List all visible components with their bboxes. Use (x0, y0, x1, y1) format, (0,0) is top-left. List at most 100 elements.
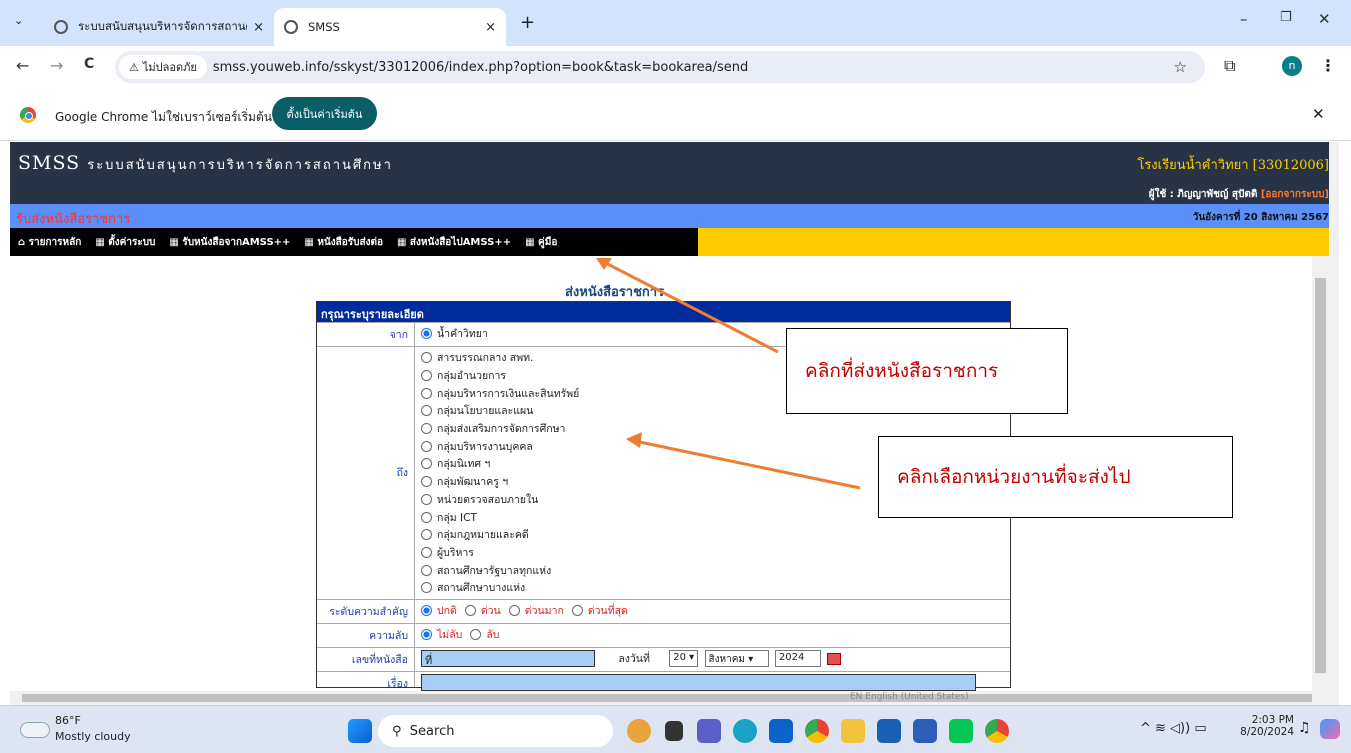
radio[interactable] (508, 604, 520, 616)
priority-very-urgent[interactable]: ด่วนมาก (508, 602, 564, 620)
radio[interactable] (421, 493, 432, 505)
radio[interactable] (421, 546, 432, 558)
menu-item-receive[interactable]: ▦ รับหนังสือจากAMSS++ (169, 235, 290, 250)
app-logo[interactable]: SMSS ระบบสนับสนุนการบริหารจัดการสถานศึกษ… (18, 152, 393, 175)
callout-select-dest: คลิกเลือกหน่วยงานที่จะส่งไป (878, 436, 1233, 518)
radio[interactable] (421, 440, 432, 452)
weather-icon[interactable] (20, 722, 50, 738)
ime-indicator: EN English (United States) (850, 692, 969, 702)
radio[interactable] (421, 370, 432, 382)
extensions-icon[interactable]: ⧉ (1224, 56, 1235, 76)
task-view-icon[interactable] (665, 721, 683, 741)
reload-button[interactable]: C (84, 56, 94, 72)
tab-smss-active[interactable]: SMSS × (274, 8, 506, 46)
radio[interactable] (571, 604, 583, 616)
to-option[interactable]: กลุ่มกฎหมายและคดี (421, 526, 1004, 544)
radio-selected[interactable] (421, 628, 432, 640)
radio[interactable] (470, 628, 482, 640)
radio[interactable] (421, 476, 432, 488)
globe-icon (284, 20, 298, 34)
page-scrollbar[interactable] (1329, 142, 1339, 705)
new-tab-button[interactable]: + (520, 12, 535, 33)
forward-button[interactable]: → (50, 56, 63, 75)
radio-selected[interactable] (421, 604, 432, 616)
to-option[interactable]: กลุ่มส่งเสริมการจัดการศึกษา (421, 420, 1004, 438)
line-icon[interactable] (949, 719, 973, 743)
bookno-input[interactable]: ที่ (421, 650, 595, 668)
menu-kebab-icon[interactable]: ⋮ (1320, 56, 1336, 75)
minimize-button[interactable]: – (1240, 10, 1248, 28)
horizontal-scrollbar[interactable] (10, 691, 1329, 705)
store-icon[interactable] (877, 719, 901, 743)
menu-item-main[interactable]: ⌂ รายการหลัก (18, 235, 81, 250)
radio[interactable] (421, 352, 432, 364)
radio-selected[interactable] (421, 328, 432, 340)
priority-most-urgent[interactable]: ด่วนที่สุด (571, 602, 628, 620)
logout-link[interactable]: [ออกจากระบบ] (1261, 189, 1329, 200)
star-icon[interactable]: ☆ (1174, 58, 1187, 76)
chrome-icon[interactable] (805, 719, 829, 743)
grid-icon: ▦ (525, 236, 535, 248)
close-icon[interactable]: × (485, 20, 496, 35)
radio[interactable] (421, 405, 432, 417)
bookno-row: เลขที่หนังสือ ที่ ลงวันที่ 20 ▾ สิงหาคม … (317, 646, 1010, 671)
month-select[interactable]: สิงหาคม ▾ (704, 650, 769, 668)
menu-item-forward[interactable]: ▦ หนังสือรับส่งต่อ (304, 235, 383, 250)
radio[interactable] (421, 423, 432, 435)
infobar-text: Google Chrome ไม่ใช่เบราว์เซอร์เริ่มต้น (55, 110, 272, 124)
radio[interactable] (421, 387, 432, 399)
close-window-button[interactable]: ✕ (1318, 10, 1331, 28)
search-box[interactable]: ⚲ Search (378, 715, 613, 747)
content-scrollbar[interactable] (1312, 256, 1329, 691)
bookno-label: เลขที่หนังสือ (317, 647, 415, 671)
menu-item-settings[interactable]: ▦ ตั้งค่าระบบ (95, 235, 155, 250)
address-bar[interactable]: ⚠ ไม่ปลอดภัย smss.youweb.info/sskyst/3301… (115, 51, 1205, 83)
warning-icon: ⚠ (129, 60, 139, 74)
tab-smss-main[interactable]: ระบบสนับสนุนบริหารจัดการสถานศึกษ × (44, 8, 274, 46)
secret-no[interactable]: ไม่ลับ (421, 626, 462, 644)
back-button[interactable]: ← (16, 56, 29, 75)
menu-item-manual[interactable]: ▦ คู่มือ (525, 235, 557, 250)
radio[interactable] (421, 564, 432, 576)
to-option[interactable]: สถานศึกษาบางแห่ง (421, 579, 1004, 597)
teams-icon[interactable] (697, 719, 721, 743)
scroll-thumb[interactable] (1315, 278, 1326, 673)
to-option[interactable]: สถานศึกษารัฐบาลทุกแห่ง (421, 561, 1004, 579)
mail-icon[interactable] (769, 719, 793, 743)
day-select[interactable]: 20 ▾ (669, 650, 699, 668)
subject-input[interactable] (421, 673, 976, 691)
radio[interactable] (421, 511, 432, 523)
radio[interactable] (464, 604, 476, 616)
priority-urgent[interactable]: ด่วน (464, 602, 501, 620)
calendar-icon[interactable] (827, 652, 842, 665)
scroll-thumb[interactable] (22, 694, 1312, 702)
bell-icon[interactable]: ♫ (1298, 720, 1311, 736)
tray-icons[interactable]: ^ ≋ ◁)) ▭ (1140, 721, 1207, 736)
clock[interactable]: 2:03 PM 8/20/2024 (1236, 714, 1294, 738)
app-header: SMSS ระบบสนับสนุนการบริหารจัดการสถานศึกษ… (10, 142, 1339, 204)
restore-button[interactable]: ❐ (1280, 10, 1292, 25)
menu-item-send[interactable]: ▦ ส่งหนังสือไปAMSS++ (397, 235, 511, 250)
radio[interactable] (421, 582, 432, 594)
tab-search-button[interactable]: ⌄ (14, 14, 23, 27)
to-option[interactable]: ผู้บริหาร (421, 544, 1004, 562)
edge-icon[interactable] (733, 719, 757, 743)
copilot-icon[interactable] (1320, 719, 1340, 739)
radio[interactable] (421, 529, 432, 541)
year-input[interactable]: 2024 (774, 650, 821, 668)
current-date: วันอังคารที่ 20 สิงหาคม 2567 (1192, 212, 1329, 223)
profile-avatar[interactable]: n (1282, 56, 1302, 76)
windows-start-icon[interactable] (348, 719, 372, 743)
close-icon[interactable]: ✕ (1312, 105, 1325, 123)
security-chip[interactable]: ⚠ ไม่ปลอดภัย (119, 55, 207, 79)
radio[interactable] (421, 458, 432, 470)
set-default-button[interactable]: ตั้งเป็นค่าเริ่มต้น (272, 97, 377, 130)
chrome-profile-icon[interactable] (985, 719, 1009, 743)
subject-label: เรื่อง (317, 671, 415, 690)
priority-normal[interactable]: ปกติ (421, 602, 457, 620)
word-icon[interactable] (913, 719, 937, 743)
file-explorer-icon[interactable] (841, 719, 865, 743)
close-icon[interactable]: × (253, 20, 264, 35)
widget-icon[interactable] (627, 719, 651, 743)
secret-yes[interactable]: ลับ (470, 626, 499, 644)
